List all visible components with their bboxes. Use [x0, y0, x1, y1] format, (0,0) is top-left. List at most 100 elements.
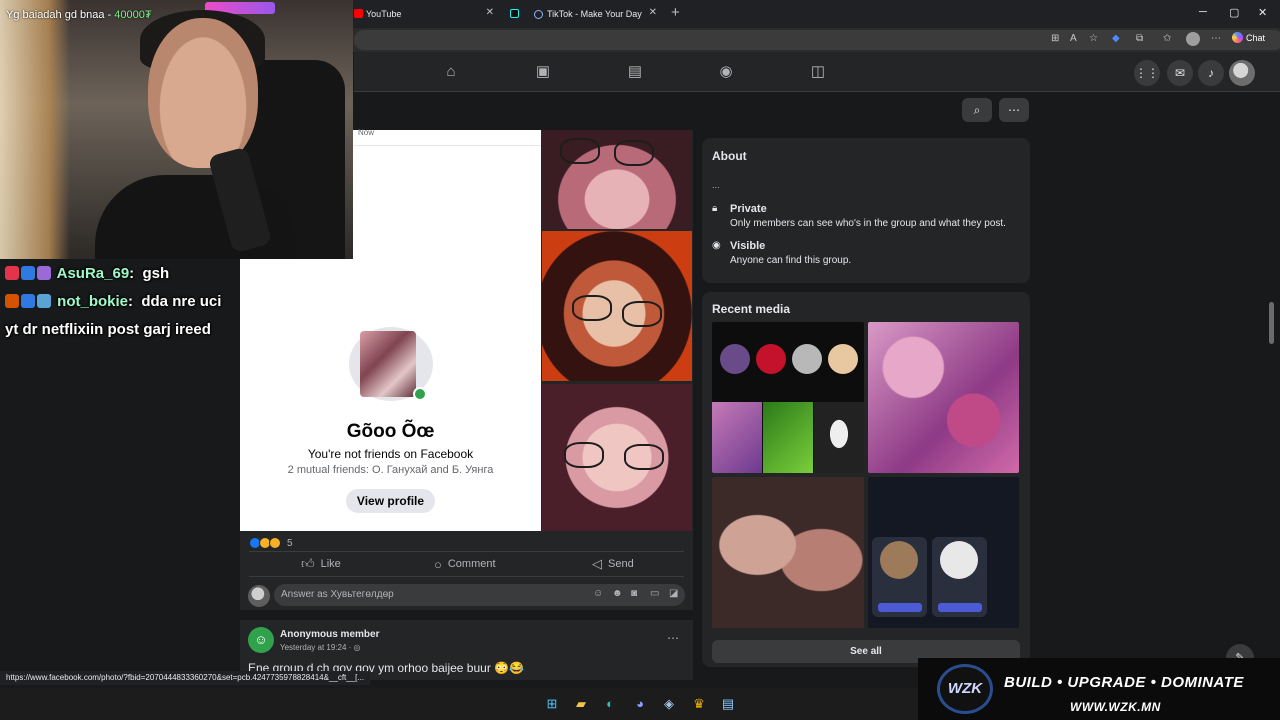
divider	[249, 576, 684, 577]
close-icon[interactable]: ✕	[649, 7, 657, 18]
more-icon: ⋯	[1008, 103, 1020, 117]
thumbs-up-icon: 👍︎	[301, 556, 315, 571]
media-detail	[878, 603, 922, 612]
account-avatar[interactable]	[1229, 60, 1255, 86]
close-window-button[interactable]: ✕	[1258, 6, 1267, 19]
friend-status: You're not friends on Facebook	[307, 447, 474, 461]
comment-button[interactable]: ○ Comment	[434, 557, 496, 572]
notepad-icon[interactable]: ▤	[718, 694, 738, 714]
sub-badge-icon	[37, 294, 51, 308]
mutual-friends: 2 mutual friends: О. Ганухай and Б. Уянг…	[287, 464, 494, 476]
sponsor-logo: WZK	[937, 664, 993, 714]
app-icon[interactable]: ♛	[689, 694, 709, 714]
like-label: Like	[320, 558, 341, 570]
about-title: About	[712, 149, 747, 163]
rank-badge-icon	[21, 294, 35, 308]
emoji-icon[interactable]: ☻	[612, 588, 623, 599]
send-label: Send	[608, 558, 634, 570]
avatar-sticker-icon[interactable]: ☺	[593, 588, 603, 599]
reaction-count: 5	[287, 537, 293, 549]
heart-badge-icon	[5, 266, 19, 280]
media-detail	[720, 344, 750, 374]
comment-placeholder: Answer as Хувьтегөлдөр	[281, 589, 394, 600]
search-button[interactable]: ⌕	[962, 98, 992, 122]
maximize-button[interactable]: ▢	[1229, 6, 1239, 19]
gaming-icon[interactable]: ◫	[809, 63, 827, 81]
photo-detail	[564, 442, 604, 468]
profile-picture[interactable]	[360, 331, 416, 397]
chat-message: yt dr netflixiin post garj ireed	[5, 321, 211, 338]
media-thumbnail[interactable]	[868, 322, 1019, 473]
video-icon[interactable]: ▣	[534, 63, 552, 81]
more-icon[interactable]: ⋯	[1211, 33, 1221, 44]
photo-detail	[614, 140, 654, 166]
eye-icon: ◉	[712, 240, 721, 251]
recent-media-title: Recent media	[712, 302, 791, 316]
file-explorer-icon[interactable]: ▰	[571, 694, 591, 714]
chat-text: yt dr netflixiin post garj ireed	[5, 321, 211, 338]
read-aloud-icon[interactable]: A	[1070, 33, 1077, 44]
start-icon[interactable]: ⊞	[542, 694, 562, 714]
search-icon: ⌕	[973, 103, 981, 117]
post-photo[interactable]	[542, 231, 692, 381]
webcam-detail	[148, 18, 258, 168]
reaction-summary[interactable]: 5	[249, 537, 293, 549]
groups-icon[interactable]: ◉	[717, 63, 735, 81]
post-photo[interactable]	[542, 384, 692, 531]
extension-icon[interactable]: ◆	[1112, 33, 1120, 44]
apps-icon[interactable]: ⊞	[1051, 33, 1059, 44]
marketplace-icon[interactable]: ▤	[626, 63, 644, 81]
minimize-button[interactable]: ─	[1199, 6, 1207, 18]
steam-icon[interactable]: ◈	[659, 694, 679, 714]
donation-name: Yg baiadah gd bnaa -	[6, 9, 115, 21]
tab-youtube[interactable]: YouTube ✕	[352, 3, 502, 25]
media-detail	[763, 402, 813, 473]
like-button[interactable]: 👍︎ Like	[301, 556, 341, 571]
messenger-button[interactable]: ✉	[1167, 60, 1193, 86]
profile-avatar[interactable]	[1186, 32, 1200, 46]
send-button[interactable]: ◁ Send	[592, 556, 634, 571]
menu-grid-button[interactable]: ⋮⋮	[1134, 60, 1160, 86]
post-photo[interactable]	[542, 130, 692, 229]
link-status-bar: https://www.facebook.com/photo/?fbid=207…	[0, 671, 371, 685]
divider	[249, 551, 684, 552]
camera-icon[interactable]: ◙	[631, 588, 637, 599]
extensions-icon[interactable]: ⧉	[1136, 33, 1143, 44]
media-detail	[792, 344, 822, 374]
media-thumbnail[interactable]	[712, 477, 864, 628]
commenter-avatar	[248, 585, 270, 607]
chat-message: not_bokie: dda nre uci	[5, 293, 221, 310]
new-tab-button[interactable]: +	[671, 4, 680, 21]
sticker-icon[interactable]: ◪	[669, 588, 678, 599]
edge-icon[interactable]: ◐	[600, 694, 620, 714]
media-thumbnail[interactable]	[868, 477, 1019, 628]
discord-icon[interactable]: ◕	[630, 694, 650, 714]
more-options-button[interactable]: ⋯	[999, 98, 1029, 122]
tab-label: YouTube	[366, 9, 402, 19]
photo-detail	[624, 444, 664, 470]
copilot-chat-button[interactable]: Chat	[1232, 32, 1265, 43]
favorite-star-icon[interactable]: ☆	[1089, 33, 1098, 44]
tab-tiktok[interactable]: TikTok - Make Your Day ✕	[508, 3, 665, 25]
photo-detail	[572, 295, 612, 321]
media-detail	[940, 541, 978, 579]
chat-username: AsuRa_69	[56, 265, 130, 282]
sub-badge-icon	[37, 266, 51, 280]
post-time-label: Yesterday at 19:24 ·	[280, 643, 354, 652]
close-icon[interactable]: ✕	[486, 7, 494, 18]
media-detail	[756, 344, 786, 374]
notifications-button[interactable]: ♪	[1198, 60, 1224, 86]
favorites-icon[interactable]: ✩	[1163, 33, 1171, 44]
home-icon[interactable]: ⌂	[442, 63, 460, 81]
media-thumbnail[interactable]	[712, 322, 864, 473]
post-timestamp: Now	[358, 128, 375, 137]
post-author[interactable]: Anonymous member	[280, 629, 379, 640]
page-scrollbar[interactable]	[1269, 302, 1274, 344]
gif-icon[interactable]: ▭	[650, 588, 659, 599]
site-icon	[534, 9, 543, 19]
online-status-dot	[413, 387, 427, 401]
lock-icon: 🔒︎	[712, 203, 718, 214]
post-more-button[interactable]: ⋯	[667, 631, 679, 645]
post-time[interactable]: Yesterday at 19:24 · ◎	[280, 643, 361, 652]
view-profile-button[interactable]: View profile	[346, 489, 435, 513]
